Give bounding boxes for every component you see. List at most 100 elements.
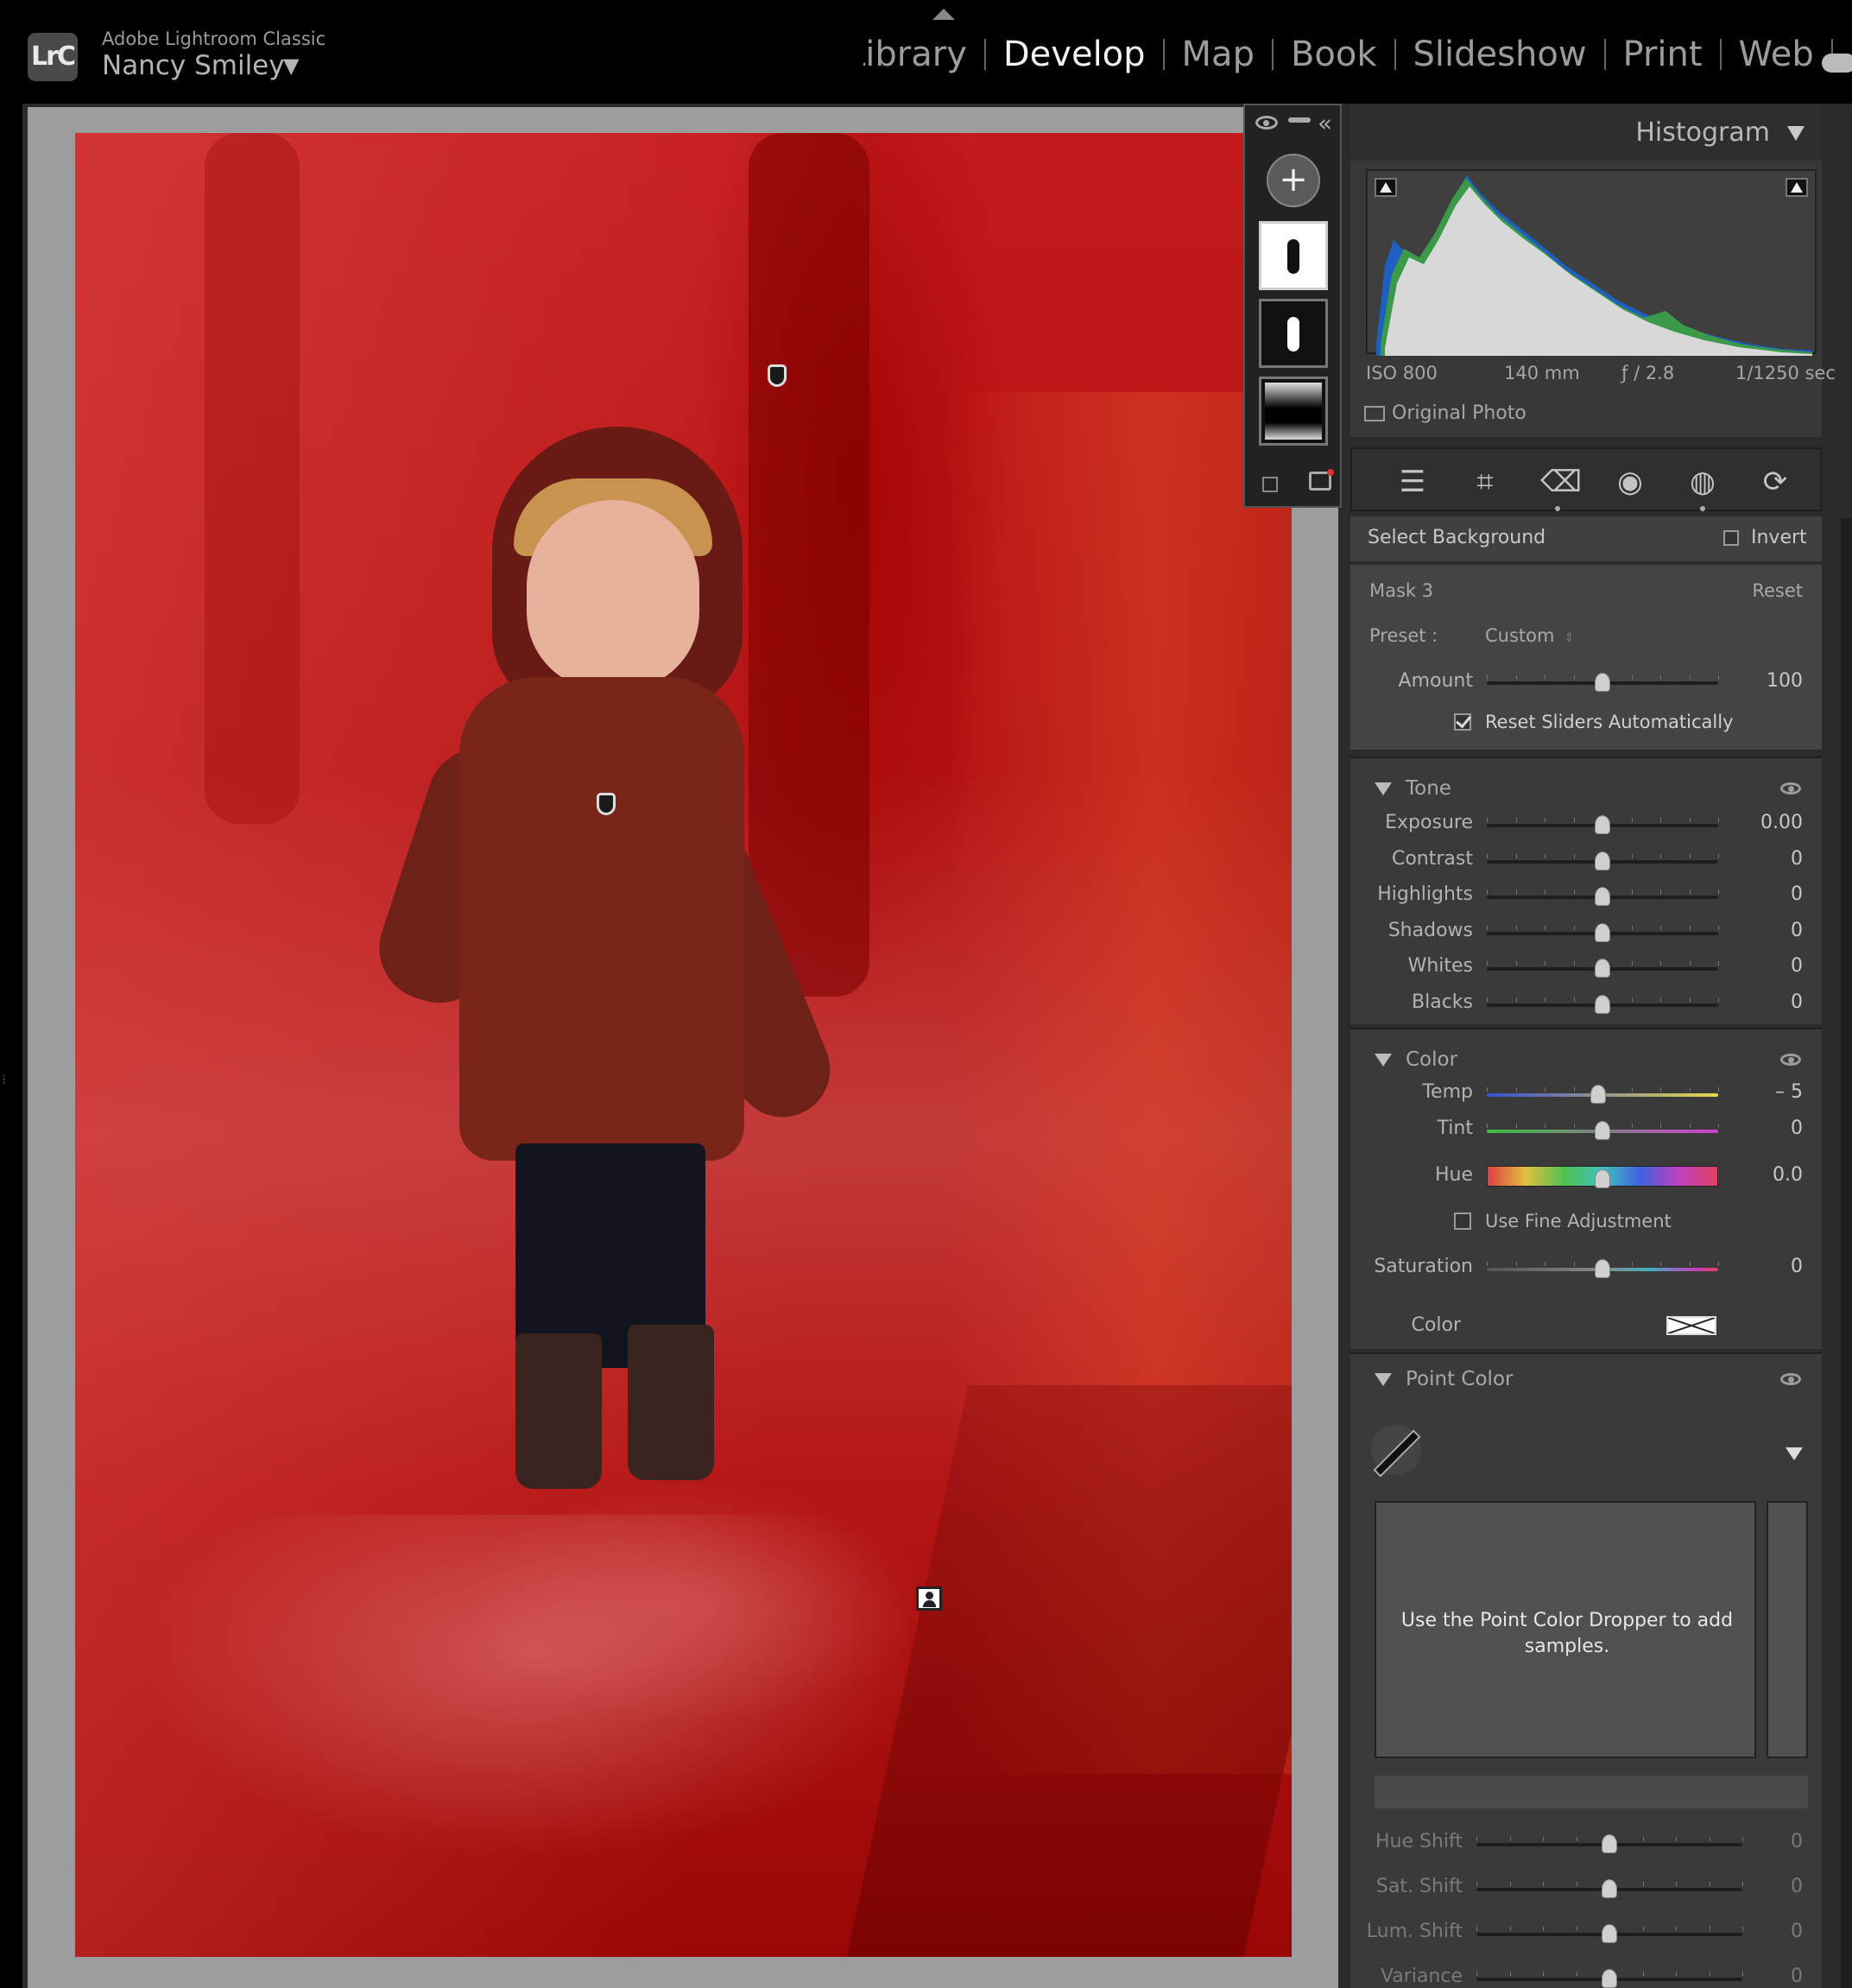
saturation-value[interactable]: 0: [1791, 1256, 1803, 1277]
reset-icon[interactable]: ⟳: [1758, 465, 1792, 499]
invert-checkbox[interactable]: [1723, 530, 1739, 546]
slider-thumb[interactable]: [1590, 1085, 1606, 1104]
tone-title[interactable]: Tone: [1406, 777, 1451, 800]
slider-thumb[interactable]: [1595, 1259, 1610, 1278]
tone-slider-value[interactable]: 0: [1791, 848, 1803, 870]
slider-thumb[interactable]: [1602, 1969, 1617, 1988]
slider-thumb[interactable]: [1595, 1169, 1610, 1188]
tone-slider-value[interactable]: 0: [1791, 920, 1803, 941]
slider-tick: [1642, 1972, 1644, 1976]
minimize-panel-icon[interactable]: [1288, 117, 1311, 123]
sliders-icon[interactable]: ☰: [1395, 465, 1430, 499]
tone-slider-value[interactable]: 0: [1791, 955, 1803, 977]
identity-dropdown-caret-icon[interactable]: ▼: [283, 54, 299, 78]
overlay-options-icon[interactable]: [1309, 469, 1334, 491]
person-mask-marker-icon[interactable]: [916, 1586, 942, 1611]
mask-reset-button[interactable]: Reset: [1752, 580, 1803, 601]
amount-label: Amount: [1398, 670, 1473, 692]
reset-sliders-checkbox[interactable]: [1454, 713, 1471, 731]
show-overlay-checkbox[interactable]: [1262, 477, 1278, 492]
point-color-slider-value[interactable]: 0: [1791, 1876, 1803, 1897]
collapse-panel-icon[interactable]: «: [1318, 109, 1332, 137]
hue-value[interactable]: 0.0: [1773, 1164, 1803, 1186]
collapse-triangle-icon[interactable]: [1375, 1054, 1392, 1067]
left-panel-toggle-icon[interactable]: ⁝: [2, 1071, 12, 1093]
point-color-title[interactable]: Point Color: [1406, 1368, 1513, 1390]
slider-thumb[interactable]: [1602, 1834, 1617, 1853]
point-color-range-bar[interactable]: [1375, 1776, 1808, 1808]
slider-thumb[interactable]: [1595, 815, 1610, 834]
slider-thumb[interactable]: [1602, 1924, 1617, 1943]
point-color-hint: Use the Point Color Dropper to add sampl…: [1400, 1610, 1734, 1657]
slider-thumb[interactable]: [1595, 851, 1610, 871]
tone-slider-value[interactable]: 0: [1791, 991, 1803, 1013]
mask-pin-icon[interactable]: [597, 793, 616, 815]
histogram-header[interactable]: Histogram: [1350, 104, 1822, 161]
module-develop[interactable]: Develop: [1003, 35, 1146, 74]
mask-thumbnail-gradient[interactable]: [1259, 377, 1328, 446]
identity-plate-user[interactable]: Nancy Smiley: [102, 50, 285, 81]
heal-icon[interactable]: ⌫: [1540, 465, 1582, 499]
histogram-graph[interactable]: [1366, 169, 1817, 356]
slider-thumb[interactable]: [1602, 1879, 1617, 1898]
slider-thumb[interactable]: [1595, 887, 1610, 906]
slider-thumb[interactable]: [1595, 959, 1610, 978]
point-color-slider-value[interactable]: 0: [1791, 1966, 1803, 1987]
collapse-triangle-icon[interactable]: [1787, 126, 1805, 141]
point-color-slider-value[interactable]: 0: [1791, 1921, 1803, 1942]
fine-adjustment-checkbox[interactable]: [1454, 1212, 1471, 1230]
point-color-slider-value[interactable]: 0: [1791, 1831, 1803, 1852]
slider-tick: [1660, 961, 1661, 966]
amount-value[interactable]: 100: [1767, 670, 1803, 692]
preset-dropdown[interactable]: Custom ⇕: [1485, 625, 1574, 646]
show-overlay-eye-icon[interactable]: [1255, 116, 1278, 130]
tone-slider-value[interactable]: 0: [1791, 883, 1803, 905]
photo-with-mask-overlay[interactable]: [75, 133, 1292, 1957]
mask-thumbnail-subject[interactable]: [1259, 221, 1328, 290]
color-swatch-none[interactable]: [1666, 1316, 1716, 1335]
redeye-icon[interactable]: ◉: [1613, 465, 1647, 499]
tone-visibility-eye-icon[interactable]: [1780, 782, 1801, 795]
point-color-dropper-icon[interactable]: [1371, 1425, 1421, 1475]
module-separator: [1271, 39, 1274, 70]
mask-type-label: Select Background: [1368, 527, 1546, 548]
subject-silhouette-icon: [1287, 239, 1299, 274]
module-print[interactable]: Print: [1623, 35, 1703, 74]
subject-silhouette-icon: [1287, 317, 1299, 351]
right-panel-scrollbar[interactable]: [1841, 518, 1852, 1988]
slider-tick: [1543, 1837, 1544, 1841]
point-color-swatch[interactable]: [1767, 1501, 1808, 1758]
point-color-visibility-eye-icon[interactable]: [1780, 1373, 1801, 1385]
module-library[interactable]: Library: [863, 35, 967, 74]
collapse-triangle-icon[interactable]: [1375, 782, 1392, 795]
temp-value[interactable]: – 5: [1775, 1081, 1803, 1103]
tint-value[interactable]: 0: [1791, 1117, 1803, 1139]
cloud-sync-icon[interactable]: [1822, 54, 1852, 73]
mask-thumbnail-background[interactable]: [1259, 299, 1328, 368]
module-map[interactable]: Map: [1182, 35, 1255, 74]
collapse-top-panel-arrow-icon[interactable]: [932, 9, 955, 20]
highlight-clipping-toggle-icon[interactable]: [1786, 178, 1808, 197]
mask-settings: Mask 3 Reset Preset : Custom ⇕ Amount 10…: [1350, 565, 1822, 750]
mask-pin-icon[interactable]: [768, 364, 787, 387]
sample-dropdown-triangle-icon[interactable]: [1786, 1447, 1803, 1460]
point-color-samples-area[interactable]: Use the Point Color Dropper to add sampl…: [1375, 1501, 1756, 1758]
color-title[interactable]: Color: [1406, 1048, 1457, 1071]
create-new-mask-button[interactable]: +: [1267, 154, 1320, 207]
slider-thumb[interactable]: [1595, 673, 1610, 692]
mask-icon[interactable]: ◍: [1685, 465, 1720, 499]
color-visibility-eye-icon[interactable]: [1780, 1054, 1801, 1066]
shadow-clipping-toggle-icon[interactable]: [1375, 178, 1397, 197]
slider-tick: [1631, 818, 1633, 822]
slider-thumb[interactable]: [1595, 994, 1610, 1014]
lrc-logo: LrC: [28, 33, 78, 81]
module-slideshow[interactable]: Slideshow: [1413, 35, 1587, 74]
module-book[interactable]: Book: [1291, 35, 1377, 74]
collapse-triangle-icon[interactable]: [1375, 1373, 1392, 1386]
original-photo-checkbox[interactable]: [1364, 406, 1385, 421]
crop-icon[interactable]: ⌗: [1468, 465, 1502, 499]
module-web[interactable]: Web: [1739, 35, 1814, 74]
slider-thumb[interactable]: [1595, 1121, 1610, 1140]
slider-thumb[interactable]: [1595, 922, 1610, 942]
tone-slider-value[interactable]: 0.00: [1760, 812, 1803, 833]
